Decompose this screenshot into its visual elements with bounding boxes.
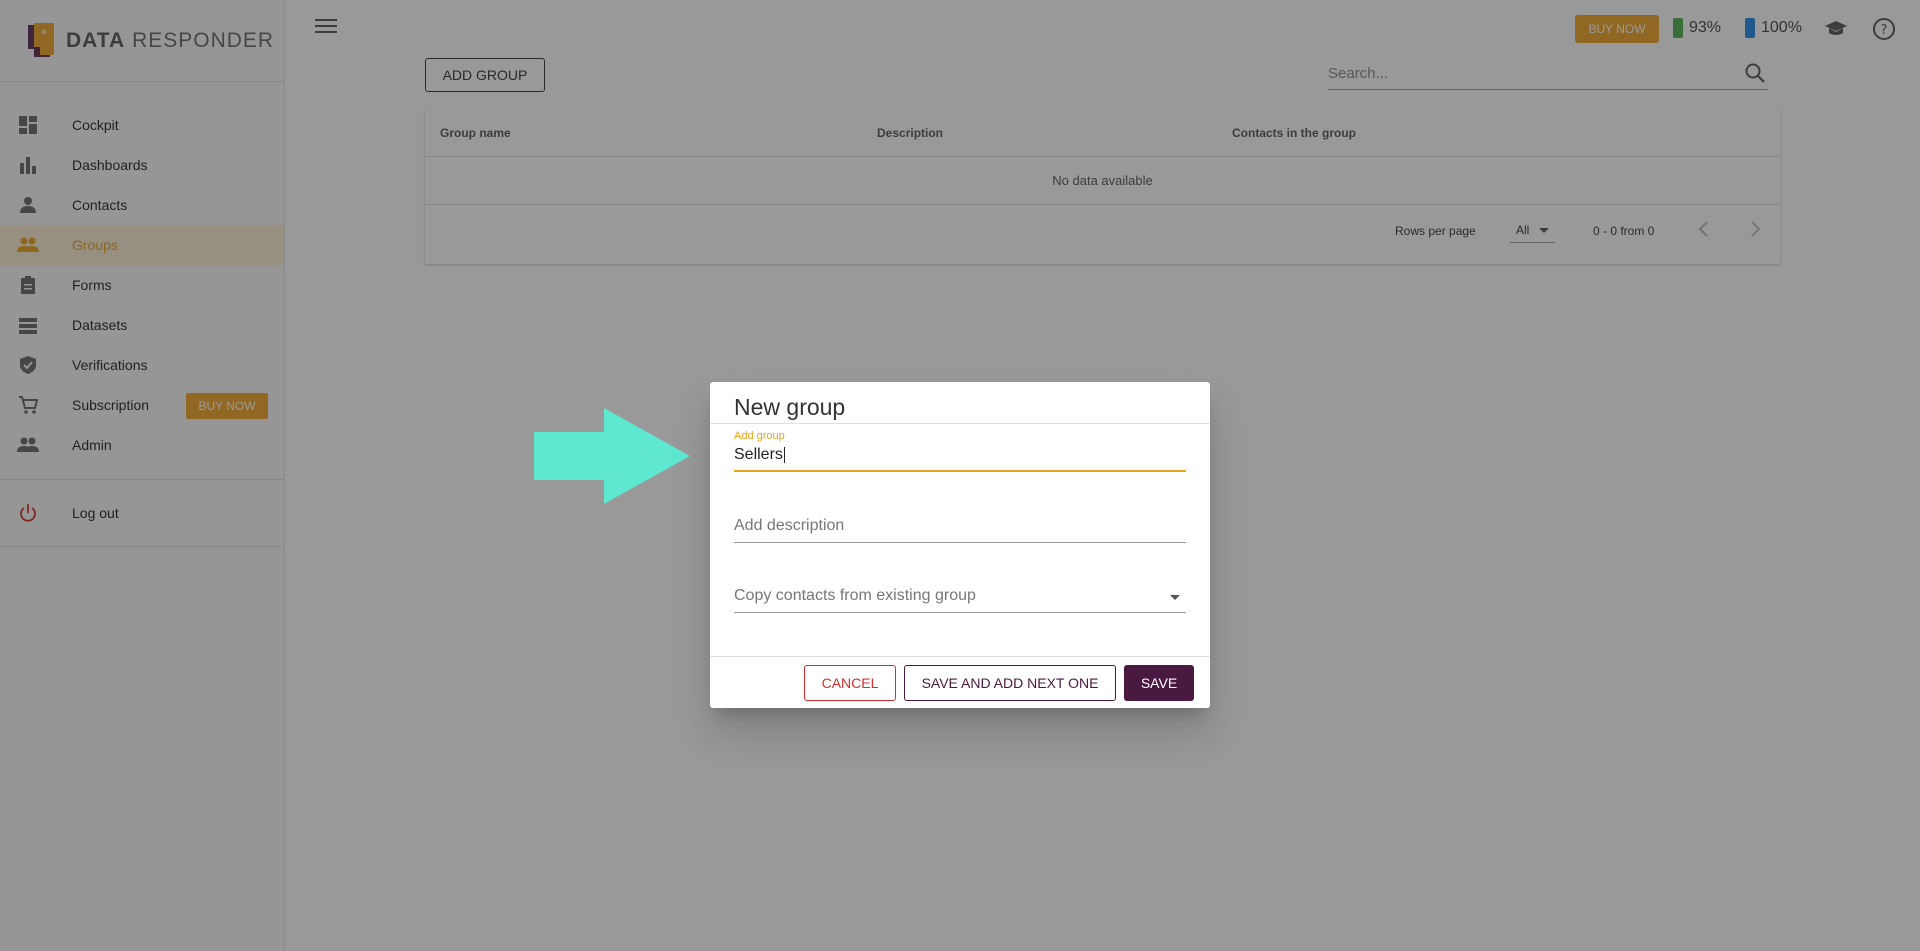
new-group-dialog: New group Add group Sellers Add descript…	[710, 382, 1210, 708]
chevron-down-icon	[1170, 595, 1180, 600]
copy-contacts-placeholder: Copy contacts from existing group	[734, 587, 976, 604]
description-field[interactable]: Add description	[734, 517, 1186, 543]
save-button[interactable]: SAVE	[1124, 665, 1194, 701]
pointer-arrow-icon	[534, 408, 690, 509]
group-name-input[interactable]: Sellers	[734, 446, 1186, 472]
group-name-label: Add group	[734, 430, 785, 442]
dialog-actions: CANCEL SAVE AND ADD NEXT ONE SAVE	[710, 656, 1210, 708]
cancel-button[interactable]: CANCEL	[804, 665, 896, 701]
text-cursor	[783, 447, 785, 463]
group-name-value: Sellers	[734, 446, 783, 463]
save-and-add-next-button[interactable]: SAVE AND ADD NEXT ONE	[904, 665, 1116, 701]
description-input[interactable]: Add description	[734, 517, 1186, 543]
dialog-title: New group	[710, 382, 1210, 424]
copy-contacts-select[interactable]: Copy contacts from existing group	[734, 587, 1186, 613]
group-name-field[interactable]: Add group Sellers	[734, 430, 1186, 472]
copy-contacts-input[interactable]: Copy contacts from existing group	[734, 587, 1186, 613]
